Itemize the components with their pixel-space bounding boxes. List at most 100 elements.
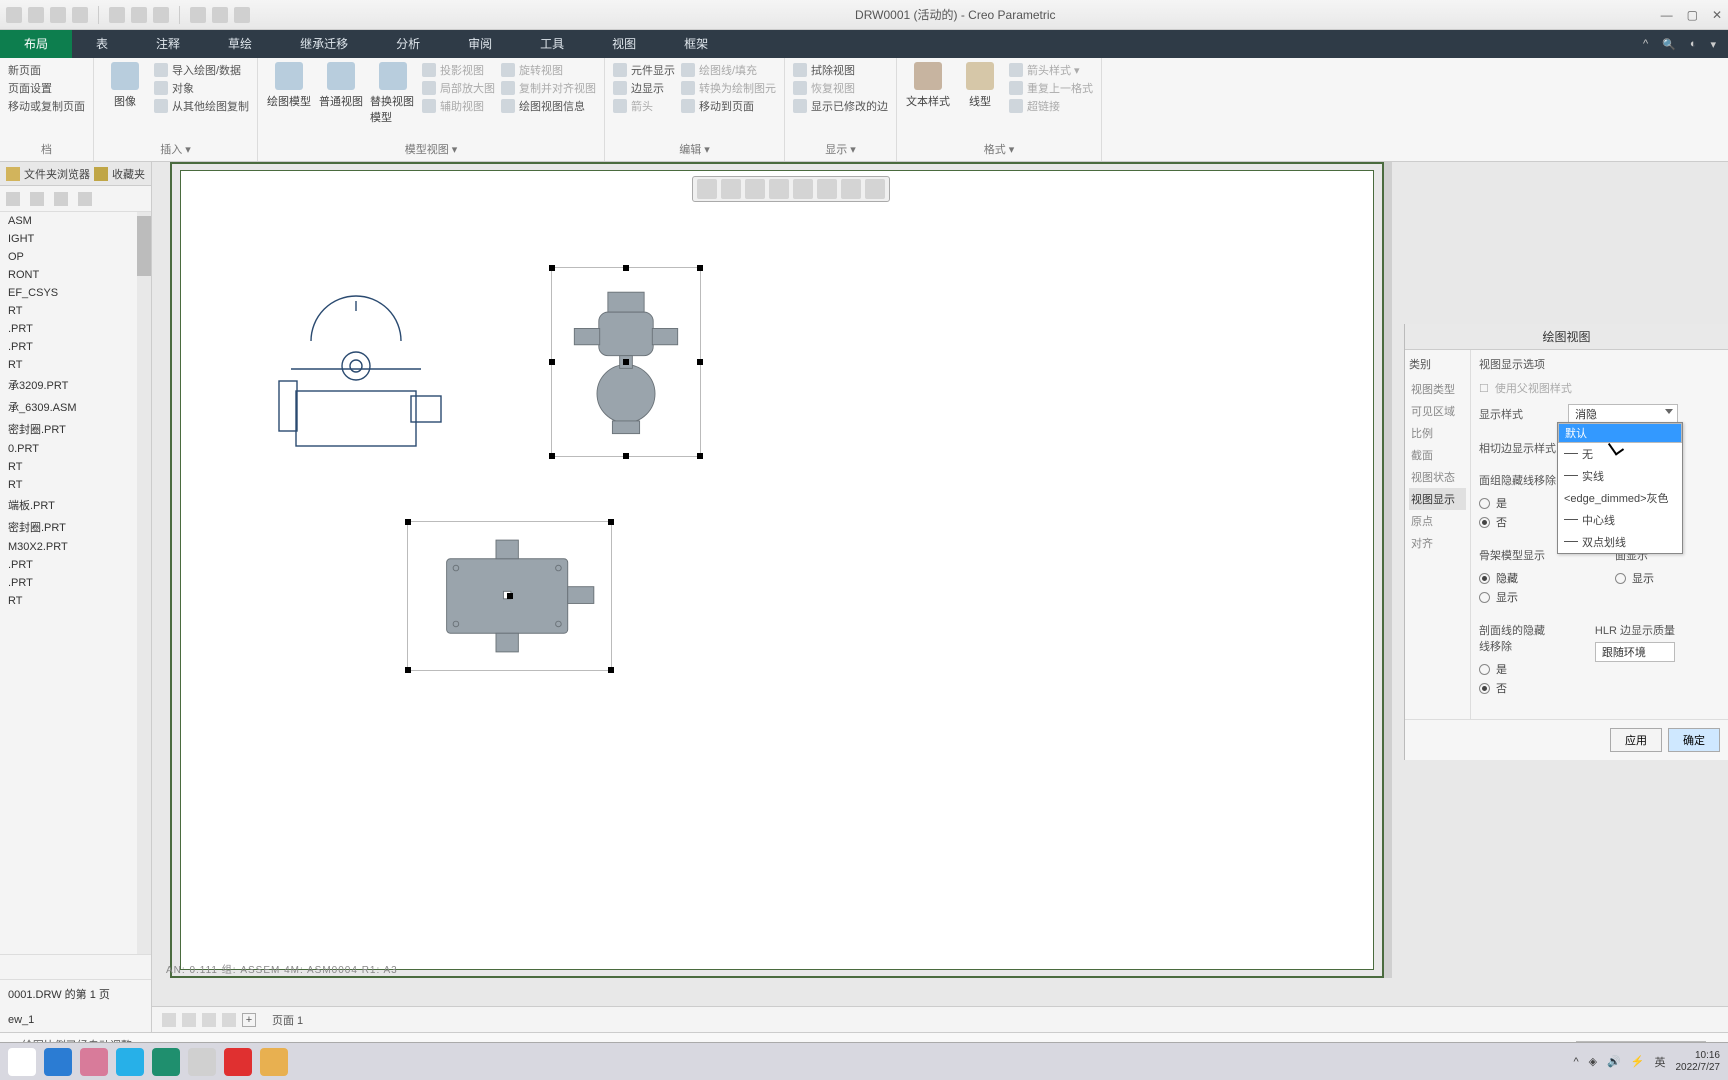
tree-item[interactable]: .PRT bbox=[0, 338, 151, 356]
section-hlr-no[interactable]: 否 bbox=[1479, 680, 1555, 696]
app6-icon[interactable] bbox=[224, 1048, 252, 1076]
tab-annotate[interactable]: 注释 bbox=[132, 30, 204, 58]
page-first-icon[interactable] bbox=[162, 1013, 176, 1027]
group-label-show[interactable]: 显示 ▾ bbox=[793, 139, 888, 157]
page-setup-button[interactable]: 页面设置 bbox=[8, 80, 85, 96]
arrow-button[interactable]: 箭头 bbox=[613, 98, 675, 114]
line-style-button[interactable]: 线型 bbox=[957, 62, 1003, 139]
page-prev-icon[interactable] bbox=[182, 1013, 196, 1027]
wireframe-icon[interactable] bbox=[817, 179, 837, 199]
start-icon[interactable] bbox=[8, 1048, 36, 1076]
new-page-button[interactable]: 新页面 bbox=[8, 62, 85, 78]
tree-item[interactable]: OP bbox=[0, 248, 151, 266]
group-label-insert[interactable]: 插入 ▾ bbox=[102, 139, 249, 157]
tree-item[interactable]: RT bbox=[0, 592, 151, 610]
face-hlr-yes[interactable]: 是 bbox=[1479, 495, 1556, 511]
tray-ime-label[interactable]: 英 bbox=[1655, 1054, 1666, 1070]
copy-align-button[interactable]: 复制并对齐视图 bbox=[501, 80, 596, 96]
tree-tool-1-icon[interactable] bbox=[6, 192, 20, 206]
tray-net-icon[interactable]: ◈ bbox=[1589, 1055, 1597, 1068]
hyperlink-button[interactable]: 超链接 bbox=[1009, 98, 1093, 114]
ok-button[interactable]: 确定 bbox=[1668, 728, 1720, 752]
tree-item[interactable]: .PRT bbox=[0, 556, 151, 574]
skeleton-show[interactable]: 显示 bbox=[1479, 589, 1545, 605]
line-fill-button[interactable]: 绘图线/填充 bbox=[681, 62, 776, 78]
detail-view-button[interactable]: 局部放大图 bbox=[422, 80, 495, 96]
group-label-format[interactable]: 格式 ▾ bbox=[905, 139, 1093, 157]
drawing-model-button[interactable]: 绘图模型 bbox=[266, 62, 312, 139]
erase-view-button[interactable]: 拭除视图 bbox=[793, 62, 888, 78]
drw-sheet-label[interactable]: 0001.DRW 的第 1 页 bbox=[0, 980, 151, 1008]
theme-icon[interactable]: ◐ bbox=[1690, 38, 1697, 51]
model-tree[interactable]: ASMIGHTOPRONTEF_CSYSRT.PRT.PRTRT承3209.PR… bbox=[0, 212, 151, 954]
weld-show[interactable]: 显示 bbox=[1615, 570, 1654, 586]
group-label-edit[interactable]: 编辑 ▾ bbox=[613, 139, 776, 157]
import-button[interactable]: 导入绘图/数据 bbox=[154, 62, 249, 78]
page-next-icon[interactable] bbox=[202, 1013, 216, 1027]
tree-tool-4-icon[interactable] bbox=[78, 192, 92, 206]
tree-item[interactable]: RT bbox=[0, 302, 151, 320]
page-last-icon[interactable] bbox=[222, 1013, 236, 1027]
dropdown-item-solid[interactable]: 实线 bbox=[1558, 465, 1682, 487]
pan-icon[interactable] bbox=[769, 179, 789, 199]
taskbar-clock[interactable]: 10:16 2022/7/27 bbox=[1676, 1050, 1721, 1074]
tree-item[interactable]: 端板.PRT bbox=[0, 494, 151, 516]
face-hlr-no[interactable]: 否 bbox=[1479, 514, 1556, 530]
tab-inherit[interactable]: 继承迁移 bbox=[276, 30, 372, 58]
search-ribbon-icon[interactable]: 🔍 bbox=[1662, 38, 1676, 51]
tray-power-icon[interactable]: ⚡ bbox=[1631, 1055, 1645, 1068]
dropdown-item-phantom[interactable]: 双点划线 bbox=[1558, 531, 1682, 553]
move-copy-page-button[interactable]: 移动或复制页面 bbox=[8, 98, 85, 114]
object-button[interactable]: 对象 bbox=[154, 80, 249, 96]
tab-tools[interactable]: 工具 bbox=[516, 30, 588, 58]
arrow-style-button[interactable]: 箭头样式 ▾ bbox=[1009, 62, 1093, 78]
tree-item[interactable]: IGHT bbox=[0, 230, 151, 248]
repeat-format-button[interactable]: 重复上一格式 bbox=[1009, 80, 1093, 96]
category-item[interactable]: 截面 bbox=[1409, 444, 1466, 466]
tab-sketch[interactable]: 草绘 bbox=[204, 30, 276, 58]
redo-icon[interactable] bbox=[72, 7, 88, 23]
drawing-sheet[interactable] bbox=[180, 170, 1374, 970]
tab-view[interactable]: 视图 bbox=[588, 30, 660, 58]
display-style-select[interactable]: 消隐 bbox=[1568, 404, 1678, 424]
refresh-icon[interactable] bbox=[212, 7, 228, 23]
explorer-icon[interactable] bbox=[260, 1048, 288, 1076]
tree-item[interactable]: M30X2.PRT bbox=[0, 538, 151, 556]
rotate-view-button[interactable]: 旋转视图 bbox=[501, 62, 596, 78]
dropdown-item-default[interactable]: 默认 bbox=[1558, 423, 1682, 443]
view-info-button[interactable]: 绘图视图信息 bbox=[501, 98, 596, 114]
tree-item[interactable]: .PRT bbox=[0, 574, 151, 592]
tree-tool-3-icon[interactable] bbox=[54, 192, 68, 206]
image-button[interactable]: 图像 bbox=[102, 62, 148, 139]
tree-item[interactable]: RT bbox=[0, 356, 151, 374]
tree-item[interactable]: RT bbox=[0, 476, 151, 494]
tree-tool-2-icon[interactable] bbox=[30, 192, 44, 206]
edge-display-button[interactable]: 边显示 bbox=[613, 80, 675, 96]
maximize-icon[interactable]: ▢ bbox=[1687, 8, 1698, 22]
dropdown-item-centerline[interactable]: 中心线 bbox=[1558, 509, 1682, 531]
category-item[interactable]: 视图类型 bbox=[1409, 378, 1466, 400]
app3-icon[interactable] bbox=[116, 1048, 144, 1076]
hidden-icon[interactable] bbox=[841, 179, 861, 199]
regen-icon[interactable] bbox=[131, 7, 147, 23]
undo-icon[interactable] bbox=[50, 7, 66, 23]
zoom-out-icon[interactable] bbox=[745, 179, 765, 199]
tab-layout[interactable]: 布局 bbox=[0, 30, 72, 58]
collapse-ribbon-icon[interactable]: ^ bbox=[1643, 38, 1648, 51]
tree-item[interactable]: 承3209.PRT bbox=[0, 374, 151, 396]
save-icon[interactable] bbox=[28, 7, 44, 23]
category-item[interactable]: 比例 bbox=[1409, 422, 1466, 444]
general-view-button[interactable]: 普通视图 bbox=[318, 62, 364, 139]
category-item[interactable]: 原点 bbox=[1409, 510, 1466, 532]
comp-display-button[interactable]: 元件显示 bbox=[613, 62, 675, 78]
tree-item[interactable]: 0.PRT bbox=[0, 440, 151, 458]
tree-item[interactable]: 密封圈.PRT bbox=[0, 516, 151, 538]
hlr-quality-select[interactable]: 跟随环境 bbox=[1595, 642, 1675, 662]
app4-icon[interactable] bbox=[152, 1048, 180, 1076]
copy-from-drawing-button[interactable]: 从其他绘图复制 bbox=[154, 98, 249, 114]
edge-icon[interactable] bbox=[44, 1048, 72, 1076]
tab-table[interactable]: 表 bbox=[72, 30, 132, 58]
show-mod-edges-button[interactable]: 显示已修改的边 bbox=[793, 98, 888, 114]
favorites-label[interactable]: 收藏夹 bbox=[112, 166, 145, 182]
drw-view-label[interactable]: ew_1 bbox=[0, 1008, 151, 1032]
